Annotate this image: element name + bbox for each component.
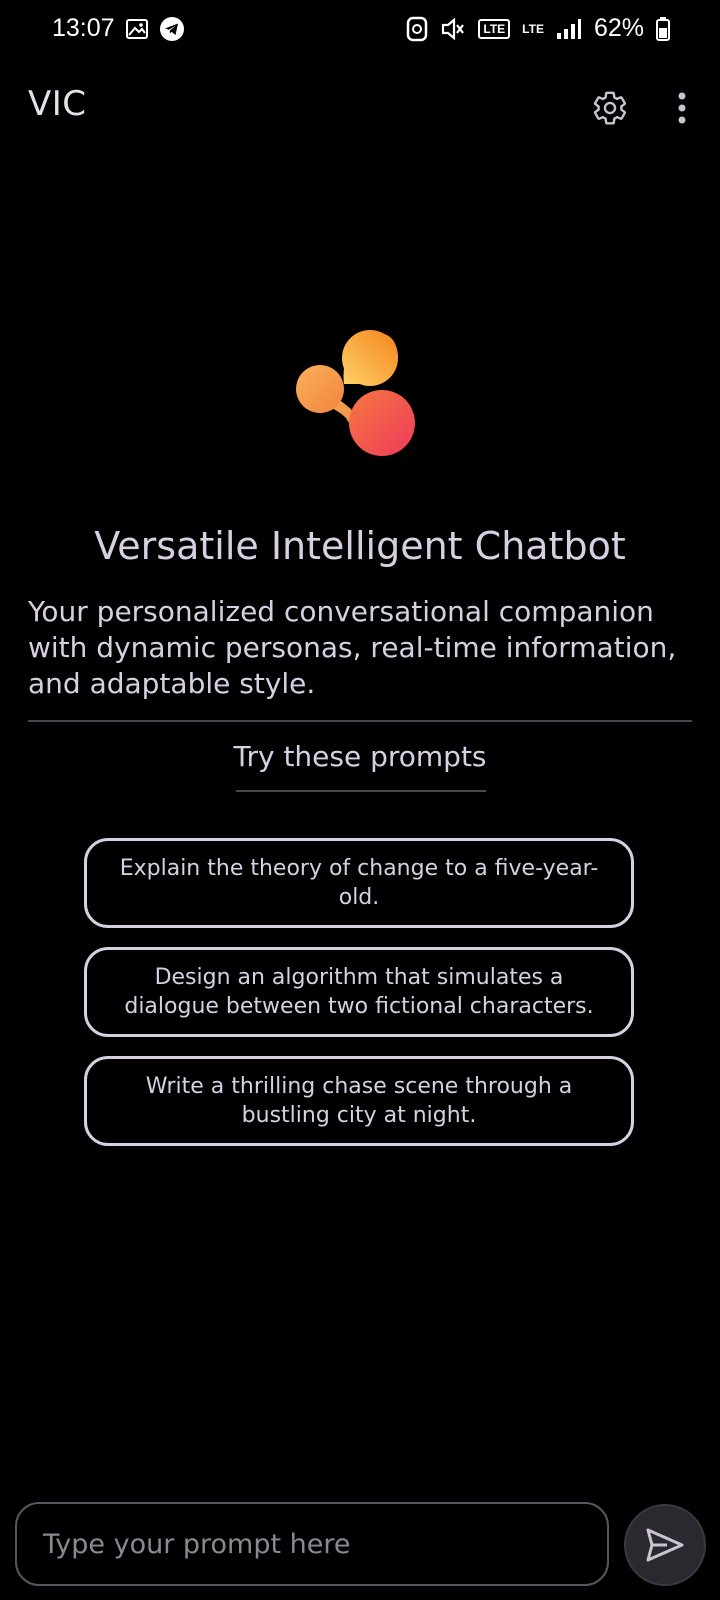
send-button[interactable] xyxy=(624,1504,706,1586)
settings-button[interactable] xyxy=(588,86,632,130)
battery-icon xyxy=(656,16,670,41)
mute-icon xyxy=(440,16,466,42)
battery-percent: 62% xyxy=(593,14,644,42)
gallery-icon xyxy=(125,17,149,41)
status-right: LTE LTE 62% xyxy=(406,14,670,43)
screenshot-icon xyxy=(406,16,428,42)
gear-icon xyxy=(591,89,629,127)
app-title: VIC xyxy=(28,84,87,124)
headline: Versatile Intelligent Chatbot xyxy=(94,524,626,568)
divider xyxy=(28,720,692,722)
prompt-suggestion-2[interactable]: Design an algorithm that simulates a dia… xyxy=(84,947,634,1037)
more-vert-icon xyxy=(677,91,687,125)
heading-underline xyxy=(236,790,486,792)
telegram-icon xyxy=(159,16,185,42)
description: Your personalized conversational compani… xyxy=(28,595,677,700)
lte-label: LTE xyxy=(522,21,544,36)
prompt-suggestion-text: Write a thrilling chase scene through a … xyxy=(145,1074,573,1128)
status-time: 13:07 xyxy=(52,14,115,42)
prompt-suggestion-text: Explain the theory of change to a five-y… xyxy=(119,856,599,910)
more-options-button[interactable] xyxy=(666,86,698,130)
vic-logo-icon xyxy=(296,328,422,468)
app-bar: VIC xyxy=(0,72,720,142)
prompts-heading: Try these prompts xyxy=(233,740,487,773)
volte-icon: LTE xyxy=(478,18,511,39)
status-bar: 13:07 LTE LTE 62% xyxy=(0,0,720,58)
prompt-input[interactable] xyxy=(15,1502,609,1586)
prompt-suggestion-1[interactable]: Explain the theory of change to a five-y… xyxy=(84,838,634,928)
prompt-suggestion-3[interactable]: Write a thrilling chase scene through a … xyxy=(84,1056,634,1146)
lte-icon: LTE xyxy=(522,23,544,35)
send-icon xyxy=(645,1527,685,1563)
status-left: 13:07 xyxy=(52,14,185,43)
prompt-suggestion-text: Design an algorithm that simulates a dia… xyxy=(124,965,594,1019)
signal-icon xyxy=(556,18,582,40)
volte-label: LTE xyxy=(478,18,511,39)
